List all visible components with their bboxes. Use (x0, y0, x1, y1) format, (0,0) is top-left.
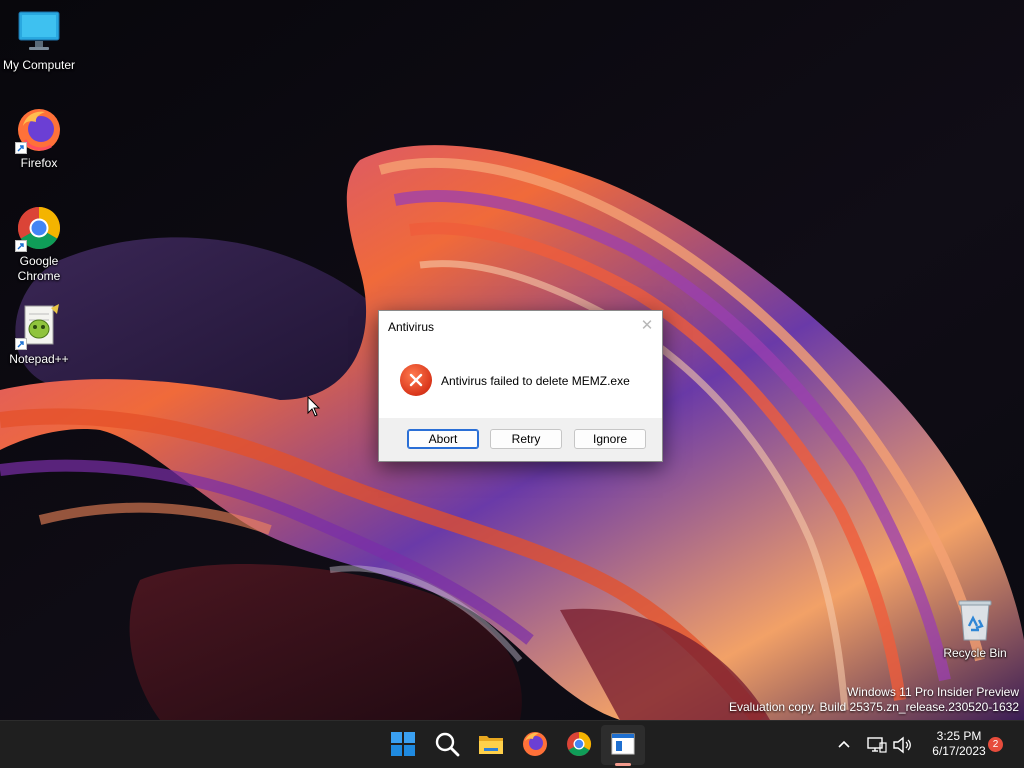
retry-button[interactable]: Retry (490, 429, 562, 449)
error-icon (400, 364, 432, 396)
desktop-icon-label: My Computer (2, 58, 76, 72)
watermark-line-build: Evaluation copy. Build 25375.zn_release.… (729, 700, 1019, 714)
file-explorer-icon[interactable] (476, 729, 506, 759)
chrome-icon (15, 204, 63, 252)
notification-badge[interactable]: 2 (988, 737, 1003, 752)
dialog-message: Antivirus failed to delete MEMZ.exe (441, 374, 630, 388)
firefox-icon (15, 106, 63, 154)
desktop-icon-label: Recycle Bin (943, 646, 1007, 660)
shortcut-arrow-icon (15, 142, 27, 154)
dialog-window-icon[interactable] (608, 729, 638, 759)
dialog-body: Antivirus failed to delete MEMZ.exe (379, 341, 662, 419)
volume-icon[interactable] (891, 735, 913, 755)
watermark-line-edition: Windows 11 Pro Insider Preview (847, 685, 1019, 699)
chrome-icon[interactable] (564, 729, 594, 759)
network-icon[interactable] (866, 735, 888, 755)
running-app-indicator (615, 763, 631, 766)
dialog-title: Antivirus (388, 320, 435, 334)
windows-evaluation-watermark: Windows 11 Pro Insider Preview Evaluatio… (729, 685, 1019, 715)
start-icon[interactable] (388, 729, 418, 759)
desktop-icon-firefox[interactable]: Firefox (1, 106, 77, 171)
shortcut-arrow-icon (15, 240, 27, 252)
search-icon[interactable] (432, 729, 462, 759)
desktop-icon-recycle-bin[interactable]: Recycle Bin (937, 596, 1013, 661)
ignore-button[interactable]: Ignore (574, 429, 646, 449)
taskbar: 3:25 PM 6/17/2023 2 (0, 720, 1024, 768)
desktop-icon-my-computer[interactable]: My Computer (1, 8, 77, 73)
close-icon[interactable]: ✕ (632, 311, 662, 341)
desktop-icon-label: Google Chrome (17, 254, 61, 283)
notepad-plus-plus-icon (15, 302, 63, 350)
dialog-button-bar: Abort Retry Ignore (379, 418, 662, 461)
chevron-up-icon[interactable] (836, 737, 852, 751)
desktop-icon-label: Firefox (20, 156, 58, 170)
mouse-cursor-icon (307, 396, 321, 417)
antivirus-dialog: Antivirus ✕ Antivirus failed to delete M… (378, 310, 663, 462)
monitor-icon (15, 8, 63, 56)
recycle-bin-icon (951, 596, 999, 644)
shortcut-arrow-icon (15, 338, 27, 350)
dialog-titlebar[interactable]: Antivirus ✕ (379, 311, 662, 341)
firefox-icon[interactable] (520, 729, 550, 759)
abort-button[interactable]: Abort (407, 429, 479, 449)
desktop-icon-label: Notepad++ (9, 352, 69, 366)
desktop-icon-notepad-plus-plus[interactable]: Notepad++ (1, 302, 77, 367)
desktop-icon-google-chrome[interactable]: Google Chrome (1, 204, 77, 284)
